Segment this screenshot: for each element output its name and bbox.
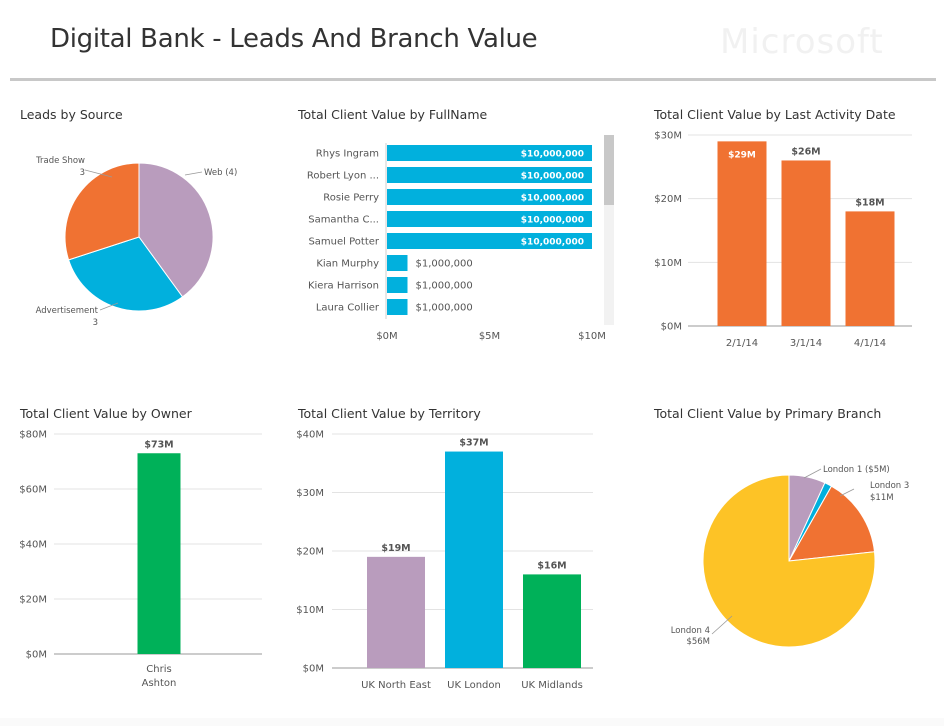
data-label: $19M: [381, 543, 410, 554]
data-label: $1,000,000: [416, 259, 473, 270]
y-tick-label: $0M: [303, 664, 324, 675]
header-divider: [10, 78, 936, 81]
x-tick-label: UK North East: [361, 680, 431, 691]
y-tick-label: $30M: [654, 131, 682, 142]
data-label: $10,000,000: [521, 216, 584, 226]
pie-value: 3: [93, 318, 98, 328]
pie-label: London 1 ($5M): [823, 465, 890, 475]
pie-label: London 4: [671, 626, 710, 636]
bar[interactable]: [445, 451, 503, 668]
y-tick-label: $60M: [19, 485, 47, 496]
data-label: $18M: [855, 197, 884, 208]
y-tick-label: $10M: [296, 605, 324, 616]
panel-value-by-activity[interactable]: Total Client Value by Last Activity Date…: [654, 107, 914, 357]
value-by-territory-bar-chart[interactable]: $0M $10M $20M $30M $40M $19M UK North East $37M…: [296, 406, 598, 706]
data-label: $1,000,000: [416, 281, 473, 292]
data-label: $10,000,000: [521, 172, 584, 182]
y-tick-label: Kiera Harrison: [308, 281, 379, 292]
pie-label: London 3: [870, 481, 909, 491]
pie-value: $56M: [686, 637, 710, 647]
x-tick-label: 4/1/14: [854, 338, 886, 349]
y-tick-label: $0M: [661, 322, 682, 333]
data-label: $26M: [791, 146, 820, 157]
footer-strip: [0, 718, 944, 726]
leader-line: [184, 171, 203, 176]
microsoft-logo-watermark: Microsoft: [720, 22, 884, 62]
panel-leads-by-source[interactable]: Leads by Source Trade Show 3 Web (4) Advert…: [20, 107, 260, 347]
y-tick-label: $40M: [296, 430, 324, 441]
x-tick-label: 3/1/14: [790, 338, 822, 349]
x-tick-label: UK Midlands: [521, 680, 583, 691]
bar[interactable]: [387, 299, 408, 315]
bar[interactable]: [367, 556, 425, 668]
pie-label: Trade Show: [35, 156, 85, 166]
x-tick-label: 2/1/14: [726, 338, 758, 349]
y-tick-label: Robert Lyon ...: [307, 171, 379, 182]
data-label: $1,000,000: [416, 303, 473, 314]
y-tick-label: $0M: [26, 650, 47, 661]
y-tick-label: $30M: [296, 488, 324, 499]
bar[interactable]: [845, 211, 895, 326]
bar[interactable]: [387, 255, 408, 271]
pie-label: Web (4): [204, 168, 237, 178]
page-title: Digital Bank - Leads And Branch Value: [50, 24, 538, 54]
x-tick-label: Chris: [146, 664, 171, 675]
data-label: $10,000,000: [521, 194, 584, 204]
value-by-owner-bar-chart[interactable]: $0M $20M $40M $60M $80M $73M Chris Ashton: [19, 406, 270, 706]
y-tick-label: $20M: [654, 194, 682, 205]
pie-value: 3: [80, 168, 85, 178]
data-label: $10,000,000: [521, 150, 584, 160]
y-tick-label: Samantha C...: [308, 215, 379, 226]
data-label: $37M: [459, 438, 488, 449]
x-tick-label: UK London: [447, 680, 501, 691]
bar[interactable]: [781, 160, 831, 326]
bar[interactable]: [137, 453, 181, 654]
leader-line: [803, 468, 822, 479]
data-label: $29M: [728, 150, 756, 160]
pie-value: $11M: [870, 493, 894, 503]
y-tick-label: Kian Murphy: [316, 259, 379, 270]
panel-value-by-branch[interactable]: Total Client Value by Primary Branch Lon…: [654, 406, 924, 706]
value-by-branch-pie-chart[interactable]: London 1 ($5M) London 3 $11M London 4$56M: [654, 406, 924, 706]
y-tick-label: $10M: [654, 258, 682, 269]
panel-value-by-fullname[interactable]: Total Client Value by FullName Rhys Ingr…: [298, 107, 628, 357]
bar[interactable]: [717, 141, 767, 326]
scrollbar-thumb[interactable]: [604, 135, 614, 205]
y-tick-label: $20M: [19, 595, 47, 606]
value-by-activity-bar-chart[interactable]: $0M $10M $20M $30M $29M 2/1/14 $26M 3/1/14 $18M 4…: [654, 107, 914, 357]
leader-line: [839, 488, 855, 497]
value-by-fullname-bar-chart[interactable]: Rhys Ingram $10,000,000 Robert Lyon ... $10…: [298, 107, 628, 357]
y-tick-label: Rosie Perry: [323, 193, 379, 204]
y-tick-label: Laura Collier: [316, 303, 380, 314]
panel-value-by-owner[interactable]: Total Client Value by Owner $0M $20M $40M $…: [19, 406, 270, 706]
data-label: $10,000,000: [521, 238, 584, 248]
y-tick-label: Rhys Ingram: [316, 149, 379, 160]
bar[interactable]: [523, 574, 581, 668]
bar[interactable]: [387, 277, 408, 293]
x-tick-label: Ashton: [142, 678, 177, 689]
pie-label: Advertisement: [36, 306, 99, 316]
y-tick-label: $40M: [19, 540, 47, 551]
leads-by-source-pie-chart[interactable]: Trade Show 3 Web (4) Advertisement 3: [20, 107, 260, 347]
leader-line: [711, 615, 733, 635]
panel-value-by-territory[interactable]: Total Client Value by Territory $0M $10M $…: [296, 406, 598, 706]
y-tick-label: $20M: [296, 547, 324, 558]
data-label: $16M: [537, 560, 566, 571]
data-label: $73M: [144, 439, 173, 450]
x-tick-label: $10M: [578, 331, 606, 342]
x-tick-label: $0M: [376, 331, 397, 342]
x-tick-label: $5M: [479, 331, 500, 342]
y-tick-label: Samuel Potter: [308, 237, 379, 248]
y-tick-label: $80M: [19, 430, 47, 441]
